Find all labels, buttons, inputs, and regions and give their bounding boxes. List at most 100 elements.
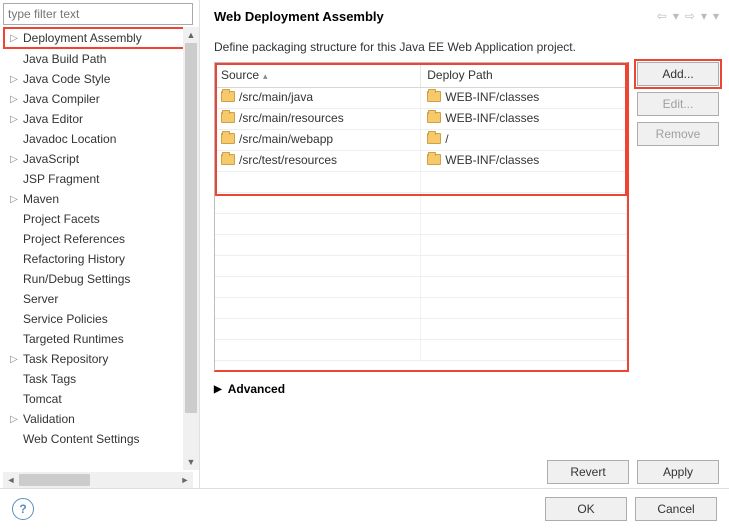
cancel-button[interactable]: Cancel xyxy=(635,497,717,521)
folder-icon xyxy=(427,112,441,123)
nav-forward-icon[interactable]: ⇨ xyxy=(685,9,695,23)
cell-deploy: WEB-INF/classes xyxy=(421,87,627,108)
nav-back-icon[interactable]: ⇦ xyxy=(657,9,667,23)
nav-back-menu-icon[interactable]: ▾ xyxy=(673,9,679,23)
ok-button[interactable]: OK xyxy=(545,497,627,521)
sidebar-item-task-repository[interactable]: ▷Task Repository xyxy=(3,349,199,369)
sidebar-item-label: Project Facets xyxy=(21,212,100,226)
folder-icon xyxy=(221,112,235,123)
sidebar-item-javadoc-location[interactable]: ▷Javadoc Location xyxy=(3,129,199,149)
remove-button[interactable]: Remove xyxy=(637,122,719,146)
sidebar-vscrollbar[interactable]: ▲▼ xyxy=(183,27,199,470)
cell-empty: . xyxy=(215,234,421,255)
table-row[interactable]: /src/main/resourcesWEB-INF/classes xyxy=(215,108,627,129)
sidebar-item-deployment-assembly[interactable]: ▷Deployment Assembly xyxy=(3,27,199,49)
table-row[interactable]: /src/main/webapp / xyxy=(215,129,627,150)
cell-empty: . xyxy=(421,339,627,360)
source-path: /src/test/resources xyxy=(239,153,337,167)
sidebar-item-service-policies[interactable]: ▷Service Policies xyxy=(3,309,199,329)
sidebar-item-server[interactable]: ▷Server xyxy=(3,289,199,309)
table-row-empty[interactable]: .. xyxy=(215,339,627,360)
chevron-right-icon[interactable]: ▷ xyxy=(7,354,21,365)
scroll-track[interactable] xyxy=(183,43,199,454)
add-button[interactable]: Add... xyxy=(637,62,719,86)
deploy-path: WEB-INF/classes xyxy=(445,90,539,104)
chevron-right-icon[interactable]: ▷ xyxy=(7,154,21,165)
sidebar-item-java-build-path[interactable]: ▷Java Build Path xyxy=(3,49,199,69)
table-row-empty[interactable]: .. xyxy=(215,318,627,339)
cell-empty: . xyxy=(215,318,421,339)
sidebar-item-run-debug-settings[interactable]: ▷Run/Debug Settings xyxy=(3,269,199,289)
filter-input[interactable] xyxy=(3,3,193,25)
upper-area: ▷Deployment Assembly▷Java Build Path▷Jav… xyxy=(0,0,729,488)
revert-button[interactable]: Revert xyxy=(547,460,629,484)
cell-empty: . xyxy=(421,192,627,213)
source-path: /src/main/webapp xyxy=(239,132,333,146)
category-tree[interactable]: ▷Deployment Assembly▷Java Build Path▷Jav… xyxy=(3,27,199,470)
sidebar-item-project-references[interactable]: ▷Project References xyxy=(3,229,199,249)
sidebar-item-targeted-runtimes[interactable]: ▷Targeted Runtimes xyxy=(3,329,199,349)
sidebar-item-javascript[interactable]: ▷JavaScript xyxy=(3,149,199,169)
sidebar-item-tomcat[interactable]: ▷Tomcat xyxy=(3,389,199,409)
col-header-deploy[interactable]: Deploy Path xyxy=(421,63,627,87)
scroll-thumb[interactable] xyxy=(185,43,197,413)
sidebar-item-refactoring-history[interactable]: ▷Refactoring History xyxy=(3,249,199,269)
assembly-table[interactable]: Source▴ Deploy Path /src/main/java WEB-IN… xyxy=(215,63,627,361)
table-row[interactable]: /src/main/java WEB-INF/classes xyxy=(215,87,627,108)
sidebar-item-validation[interactable]: ▷Validation xyxy=(3,409,199,429)
table-row-empty[interactable]: .. xyxy=(215,213,627,234)
table-row-empty[interactable]: .. xyxy=(215,276,627,297)
scroll-down-icon[interactable]: ▼ xyxy=(183,454,199,470)
nav-forward-menu-icon[interactable]: ▾ xyxy=(701,9,707,23)
scroll-thumb[interactable] xyxy=(19,474,90,486)
view-menu-icon[interactable]: ▾ xyxy=(713,9,719,23)
sidebar-item-maven[interactable]: ▷Maven xyxy=(3,189,199,209)
title-row: Web Deployment Assembly ⇦ ▾ ⇨ ▾ ▾ xyxy=(214,6,719,26)
table-row-empty[interactable]: .. xyxy=(215,171,627,192)
chevron-right-icon[interactable]: ▷ xyxy=(7,94,21,105)
chevron-right-icon[interactable]: ▷ xyxy=(7,114,21,125)
chevron-right-icon[interactable]: ▷ xyxy=(7,74,21,85)
sidebar-item-web-content-settings[interactable]: ▷Web Content Settings xyxy=(3,429,199,449)
page-button-bar: Revert Apply xyxy=(214,452,719,484)
sidebar-item-jsp-fragment[interactable]: ▷JSP Fragment xyxy=(3,169,199,189)
sidebar-item-label: Tomcat xyxy=(21,392,62,406)
chevron-right-icon[interactable]: ▷ xyxy=(7,33,21,44)
table-row-empty[interactable]: .. xyxy=(215,297,627,318)
deploy-path: WEB-INF/classes xyxy=(445,111,539,125)
tree-indent: ▷ xyxy=(7,374,21,385)
table-row-empty[interactable]: .. xyxy=(215,192,627,213)
chevron-right-icon[interactable]: ▷ xyxy=(7,194,21,205)
help-icon[interactable]: ? xyxy=(12,498,34,520)
table-row[interactable]: /src/test/resourcesWEB-INF/classes xyxy=(215,150,627,171)
scroll-track[interactable] xyxy=(19,474,177,486)
advanced-section-toggle[interactable]: ▶ Advanced xyxy=(214,382,719,396)
deploy-path: / xyxy=(445,132,448,146)
properties-dialog: ▷Deployment Assembly▷Java Build Path▷Jav… xyxy=(0,0,729,529)
scroll-right-icon[interactable]: ► xyxy=(177,472,193,488)
table-row-empty[interactable]: .. xyxy=(215,255,627,276)
sidebar-item-label: Validation xyxy=(21,412,75,426)
sidebar-hscrollbar[interactable]: ◄ ► xyxy=(3,472,193,488)
sidebar-item-label: Task Tags xyxy=(21,372,76,386)
apply-button[interactable]: Apply xyxy=(637,460,719,484)
sort-asc-icon: ▴ xyxy=(263,71,268,81)
tree-indent: ▷ xyxy=(7,254,21,265)
side-button-group: Add... Edit... Remove xyxy=(637,62,719,372)
sidebar-item-java-compiler[interactable]: ▷Java Compiler xyxy=(3,89,199,109)
chevron-right-icon[interactable]: ▷ xyxy=(7,414,21,425)
col-header-source[interactable]: Source▴ xyxy=(215,63,421,87)
tree-indent: ▷ xyxy=(7,314,21,325)
sidebar-item-task-tags[interactable]: ▷Task Tags xyxy=(3,369,199,389)
edit-button[interactable]: Edit... xyxy=(637,92,719,116)
sidebar-item-java-code-style[interactable]: ▷Java Code Style xyxy=(3,69,199,89)
tree-indent: ▷ xyxy=(7,54,21,65)
sidebar-item-java-editor[interactable]: ▷Java Editor xyxy=(3,109,199,129)
page-description: Define packaging structure for this Java… xyxy=(214,40,719,54)
tree-indent: ▷ xyxy=(7,434,21,445)
source-path: /src/main/java xyxy=(239,90,313,104)
table-row-empty[interactable]: .. xyxy=(215,234,627,255)
sidebar-item-project-facets[interactable]: ▷Project Facets xyxy=(3,209,199,229)
scroll-up-icon[interactable]: ▲ xyxy=(183,27,199,43)
scroll-left-icon[interactable]: ◄ xyxy=(3,472,19,488)
